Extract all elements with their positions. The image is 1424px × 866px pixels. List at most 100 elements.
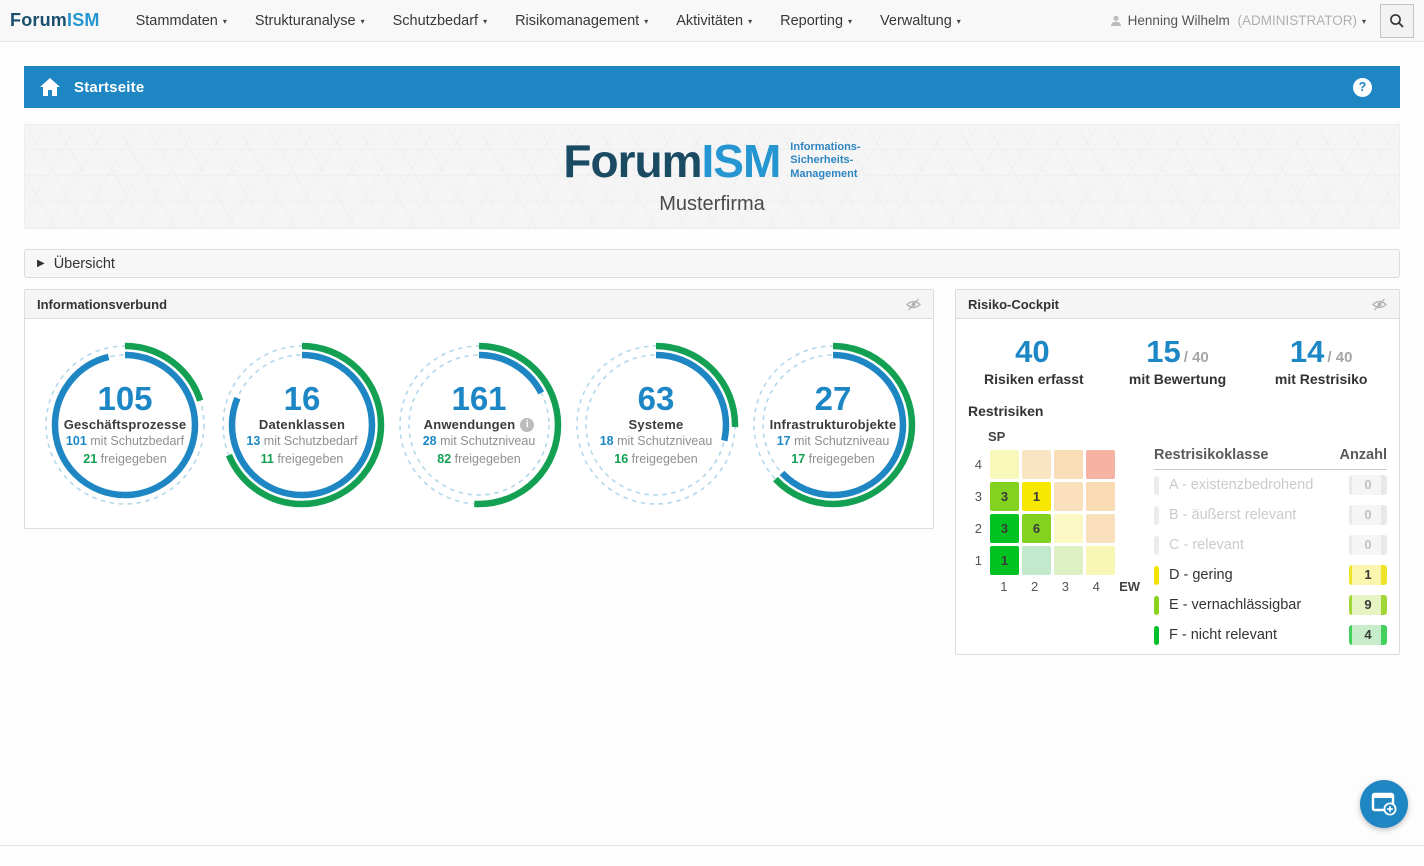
donut-card-infrastrukturobjekte[interactable]: 27 Infrastrukturobjekte 17 mit Schutzniv… [747,339,919,511]
risk-class-count-badge: 4 [1349,625,1387,645]
matrix-cell[interactable] [1086,546,1115,575]
hide-panel-button[interactable] [1372,298,1387,311]
chevron-down-icon: ▾ [848,17,852,26]
risk-class-row[interactable]: E - vernachlässigbar9 [1154,590,1387,620]
search-icon [1389,13,1405,29]
donut-label: Geschäftsprozesse [64,417,187,432]
chevron-down-icon: ▾ [957,17,961,26]
search-button[interactable] [1380,4,1414,38]
panel-title: Risiko-Cockpit [968,297,1059,312]
risk-class-row[interactable]: D - gering1 [1154,560,1387,590]
column-header-klasse: Restrisikoklasse [1154,447,1268,463]
nav-item-stammdaten[interactable]: Stammdaten▾ [122,0,241,41]
matrix-cell[interactable] [1086,450,1115,479]
nav-item-aktivit-ten[interactable]: Aktivitäten▾ [662,0,766,41]
risk-class-row[interactable]: A - existenzbedrohend0 [1154,470,1387,500]
donut-total: 63 [638,382,675,417]
matrix-cell[interactable] [1054,482,1083,511]
matrix-y-axis-label: SP [988,429,1140,444]
page-titlebar: Startseite ? [24,66,1400,108]
matrix-cell[interactable] [1054,514,1083,543]
risk-matrix: SP 433123611 1234EW [968,429,1140,650]
risk-class-label: A - existenzbedrohend [1169,477,1349,493]
donut-card-datenklassen[interactable]: 16 Datenklassen 13 mit Schutzbedarf 11 f… [216,339,388,511]
chevron-down-icon: ▾ [1362,17,1366,26]
nav-menu: Stammdaten▾Strukturanalyse▾Schutzbedarf▾… [122,0,975,41]
nav-item-verwaltung[interactable]: Verwaltung▾ [866,0,975,41]
matrix-col-label: 1 [990,579,1018,594]
matrix-cell[interactable] [1022,546,1051,575]
matrix-cell[interactable] [1054,450,1083,479]
overview-accordion-toggle[interactable]: ▶ Übersicht [24,249,1400,278]
stat-value: 14 [1290,334,1324,369]
matrix-cell[interactable] [1022,450,1051,479]
matrix-cell[interactable]: 1 [990,546,1019,575]
info-icon[interactable]: i [520,418,534,432]
donut-card-systeme[interactable]: 63 Systeme 18 mit Schutzniveau 16 freige… [570,339,742,511]
risk-class-row[interactable]: F - nicht relevant4 [1154,620,1387,650]
stat-mit-bewertung: 15/ 40 mit Bewertung [1106,335,1250,387]
user-menu[interactable]: Henning Wilhelm (ADMINISTRATOR) ▾ [1110,13,1366,28]
risk-class-label: B - äußerst relevant [1169,507,1349,523]
donut-label: Infrastrukturobjekte [770,417,897,432]
donut-label: Anwendungen [424,417,516,432]
nav-item-strukturanalyse[interactable]: Strukturanalyse▾ [241,0,379,41]
user-name: Henning Wilhelm [1128,13,1230,28]
matrix-cell[interactable] [1086,514,1115,543]
donut-label: Systeme [629,417,684,432]
risk-class-row[interactable]: C - relevant0 [1154,530,1387,560]
restrisiken-title: Restrisiken [968,403,1399,419]
donut-total: 16 [284,382,321,417]
user-role: (ADMINISTRATOR) [1237,13,1357,28]
matrix-x-axis-label: EW [1119,579,1140,594]
home-icon[interactable] [40,78,60,96]
matrix-col-label: 4 [1082,579,1110,594]
chevron-down-icon: ▾ [748,17,752,26]
add-item-fab-button[interactable] [1360,780,1408,828]
stat-suffix: / 40 [1184,349,1209,366]
matrix-grid: 433123611 [968,450,1140,575]
matrix-cell[interactable]: 3 [990,514,1019,543]
donut-card-geschaeftsprozesse[interactable]: 105 Geschäftsprozesse 101 mit Schutzbeda… [39,339,211,511]
chevron-down-icon: ▾ [223,17,227,26]
risk-class-row[interactable]: B - äußerst relevant0 [1154,500,1387,530]
matrix-cell[interactable] [990,450,1019,479]
donut-line2: 82 freigegeben [437,450,520,468]
matrix-row: 4 [968,450,1140,479]
hide-panel-button[interactable] [906,298,921,311]
nav-item-risikomanagement[interactable]: Risikomanagement▾ [501,0,662,41]
donut-total: 161 [451,382,506,417]
risk-class-label: C - relevant [1169,537,1349,553]
nav-item-reporting[interactable]: Reporting▾ [766,0,866,41]
app-banner: ForumISM Informations- Sicherheits- Mana… [24,124,1400,229]
risk-class-label: D - gering [1169,567,1349,583]
app-logo[interactable]: ForumISM [10,10,100,31]
donut-line1: 17 mit Schutzniveau [777,432,890,450]
matrix-cell[interactable]: 3 [990,482,1019,511]
matrix-row-label: 2 [968,521,982,536]
stat-label: Risiken erfasst [962,371,1106,387]
risk-class-count-badge: 9 [1349,595,1387,615]
donut-line2: 11 freigegeben [261,450,344,468]
matrix-col-label: 3 [1052,579,1080,594]
matrix-row-label: 4 [968,457,982,472]
matrix-cell[interactable] [1086,482,1115,511]
matrix-cell[interactable]: 1 [1022,482,1051,511]
stat-mit-restrisiko: 14/ 40 mit Restrisiko [1249,335,1393,387]
matrix-cell[interactable]: 6 [1022,514,1051,543]
top-navbar: ForumISM Stammdaten▾Strukturanalyse▾Schu… [0,0,1424,42]
informationsverbund-panel: Informationsverbund 105 Geschäftsprozess… [24,289,934,529]
matrix-row: 11 [968,546,1140,575]
risk-class-count-badge: 0 [1349,505,1387,525]
restrisikoklasse-table: Restrisikoklasse Anzahl A - existenzbedr… [1154,447,1387,650]
matrix-row: 236 [968,514,1140,543]
matrix-cell[interactable] [1054,546,1083,575]
risiko-cockpit-panel-header: Risiko-Cockpit [956,290,1399,319]
risk-class-color-bar [1154,476,1159,495]
nav-right: Henning Wilhelm (ADMINISTRATOR) ▾ [1110,4,1420,38]
donut-card-anwendungen[interactable]: 161 Anwendungeni 28 mit Schutzniveau 82 … [393,339,565,511]
nav-item-schutzbedarf[interactable]: Schutzbedarf▾ [379,0,501,41]
chevron-down-icon: ▾ [644,17,648,26]
tagline-line: Sicherheits- [790,154,860,168]
help-button[interactable]: ? [1353,78,1372,97]
